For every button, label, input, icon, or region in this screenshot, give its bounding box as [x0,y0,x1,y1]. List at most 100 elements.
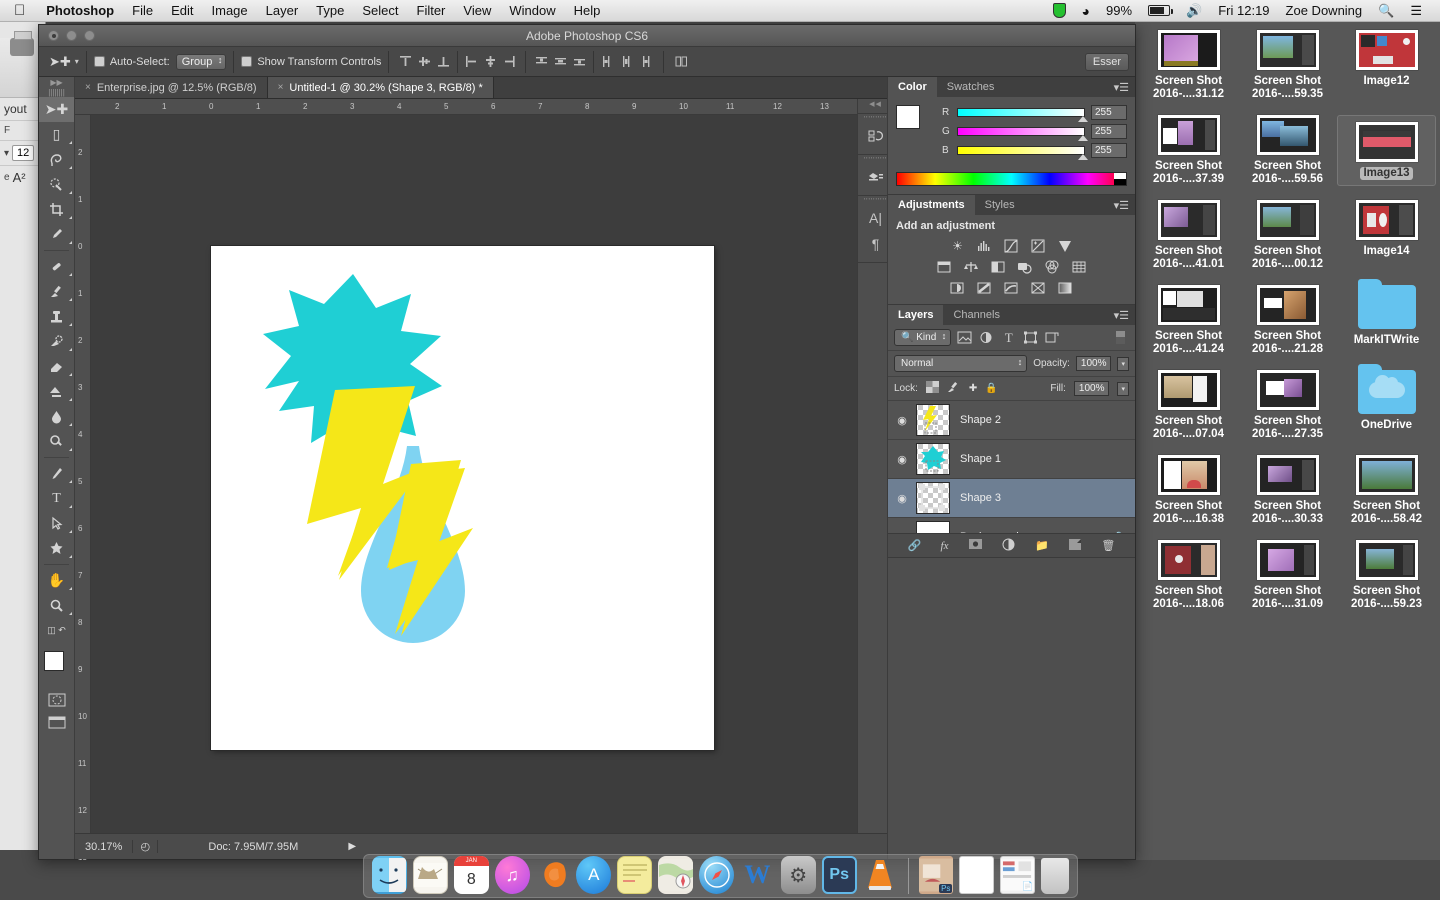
file-thumbnail[interactable] [1157,540,1220,580]
close-tab-icon[interactable]: × [85,82,91,93]
lock-transparent-pixels-icon[interactable] [925,381,939,396]
adjustment-row-3[interactable] [949,280,1075,296]
slider-track-r[interactable] [957,108,1088,122]
rgb-sliders[interactable]: R 255 G 255 B 255 [942,105,1127,162]
move-tool-icon[interactable]: ➤✚ [45,54,75,70]
itunes-dock-icon[interactable]: ♫ [494,856,530,894]
photo-filter-icon[interactable] [1016,259,1034,275]
finder-dock-icon[interactable] [372,856,407,894]
distribute-left-edges-icon[interactable] [599,53,616,70]
tab-swatches[interactable]: Swatches [937,77,1005,97]
photoshop-dock-icon[interactable]: Ps [821,856,857,894]
timing-icon[interactable]: ◴ [132,840,159,853]
vertical-ruler[interactable]: 21012345678910111213 [75,115,91,862]
brightness-contrast-icon[interactable]: ☀ [949,238,967,254]
slider-thumb-r[interactable] [1078,116,1088,122]
panel-menu-icon[interactable]: ▾☰ [1114,309,1129,322]
filter-pixel-icon[interactable] [956,330,973,345]
foreground-color-swatch[interactable] [44,651,64,671]
artboard[interactable] [211,246,714,750]
type-tool-icon[interactable]: T [39,486,74,511]
align-bottom-edges-icon[interactable] [435,53,452,70]
file-thumbnail[interactable] [1355,30,1418,70]
tab-channels[interactable]: Channels [943,305,1009,325]
app-store-dock-icon[interactable]: A [576,856,612,894]
lock-position-icon[interactable]: ✚ [969,383,977,394]
menu-item-layer[interactable]: Layer [257,3,308,18]
layer-thumbnail[interactable] [916,443,950,475]
stepper-icon[interactable]: ▾ [4,148,9,159]
menu-item-select[interactable]: Select [353,3,407,18]
toolbox[interactable]: ▶▶ |||||||| ➤✚ ▯ T ✋ ◫ ↶ [39,77,75,859]
file-thumbnail[interactable] [1157,30,1220,70]
color-swatch-pair[interactable] [896,105,934,139]
safari-dock-icon[interactable] [699,856,734,894]
adjustment-icon-grid[interactable]: ☀ [896,238,1127,296]
file-thumbnail[interactable] [1355,540,1418,580]
menu-item-file[interactable]: File [123,3,162,18]
file-thumbnail[interactable] [1157,115,1220,155]
menu-bar-clock[interactable]: Fri 12:19 [1210,3,1277,18]
layer-row[interactable]: ◉ Shape 2 [888,401,1135,440]
onedrive-folder-icon[interactable] [1357,364,1416,414]
finder-item[interactable]: Screen Shot 2016-....58.42 [1337,455,1436,526]
align-vertical-centers-icon[interactable] [416,53,433,70]
finder-item[interactable]: Screen Shot 2016-....27.35 [1238,370,1337,441]
gradient-tool-icon[interactable] [39,379,74,404]
hand-tool-icon[interactable]: ✋ [39,568,74,593]
layer-style-fx-icon[interactable]: fx [941,540,949,552]
folder-icon[interactable] [1357,279,1416,329]
adjustment-row-1[interactable]: ☀ [949,238,1075,254]
color-panel[interactable]: Color Swatches ▾☰ R 255 G 255 B 255 [888,77,1135,195]
add-mask-icon[interactable] [968,538,983,553]
filter-adjustment-icon[interactable] [978,330,995,345]
file-thumbnail[interactable] [1157,370,1220,410]
layer-thumbnail[interactable] [916,482,950,514]
layer-filter-kind-select[interactable]: 🔍 Kind [894,329,952,346]
screen-mode-icon[interactable] [39,711,74,733]
slider-thumb-b[interactable] [1078,154,1088,160]
menu-item-image[interactable]: Image [203,3,257,18]
quick-select-tool-icon[interactable] [39,172,74,197]
dodge-tool-icon[interactable] [39,429,74,454]
finder-item[interactable]: Screen Shot 2016-....31.12 [1139,30,1238,101]
layer-thumbnail[interactable] [916,404,950,436]
gradient-map-icon[interactable] [1057,280,1075,296]
opacity-value[interactable]: 100% [1075,356,1112,371]
align-right-edges-icon[interactable] [501,53,518,70]
finder-item[interactable]: Screen Shot 2016-....37.39 [1139,115,1238,186]
stickies-dock-icon[interactable] [617,856,653,894]
crop-tool-icon[interactable] [39,197,74,222]
menu-item-edit[interactable]: Edit [162,3,202,18]
zoom-level[interactable]: 30.17% [75,841,132,853]
clone-stamp-tool-icon[interactable] [39,304,74,329]
color-balance-icon[interactable] [962,259,980,275]
finder-item[interactable]: Screen Shot 2016-....41.01 [1139,200,1238,271]
distribute-vertical-centers-icon[interactable] [552,53,569,70]
black-white-icon[interactable] [989,259,1007,275]
panel-menu-icon[interactable]: ▾☰ [1114,199,1129,212]
threshold-icon[interactable] [1003,280,1021,296]
blur-tool-icon[interactable] [39,404,74,429]
safari-window-minimized[interactable]: 🗺 [959,856,995,894]
finder-item[interactable]: Screen Shot 2016-....21.28 [1238,285,1337,356]
adjustments-panel-tabs[interactable]: Adjustments Styles ▾☰ [888,195,1135,215]
apple-icon[interactable]:  [14,3,25,18]
slider-track-b[interactable] [957,146,1088,160]
panel-column[interactable]: Color Swatches ▾☰ R 255 G 255 B 255 Adju… [887,77,1135,859]
levels-icon[interactable] [976,238,994,254]
lock-fill-row[interactable]: Lock: ✚ 🔒 Fill: 100% ▾ [888,377,1135,401]
color-swatches[interactable] [39,649,74,689]
align-left-edges-icon[interactable] [463,53,480,70]
photoshop-window[interactable]: Adobe Photoshop CS6 ➤✚ ▾ Auto-Select: Gr… [38,24,1136,862]
word-dock-icon[interactable]: W [740,856,775,894]
superscript-icon[interactable]: A² [13,170,26,185]
menu-item-photoshop[interactable]: Photoshop [37,3,123,18]
menu-item-filter[interactable]: Filter [408,3,455,18]
file-thumbnail[interactable] [1355,200,1418,240]
exposure-icon[interactable] [1030,238,1048,254]
file-thumbnail[interactable] [1157,200,1220,240]
firefox-dock-icon[interactable] [536,856,571,894]
fill-value[interactable]: 100% [1073,381,1110,396]
new-group-icon[interactable]: 📁 [1035,539,1049,552]
